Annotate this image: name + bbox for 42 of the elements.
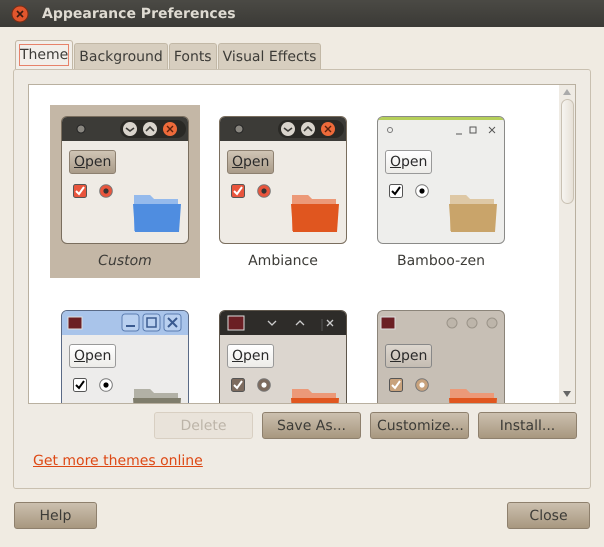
themes-link[interactable]: Get more themes online bbox=[33, 453, 203, 469]
radio-icon bbox=[99, 184, 113, 198]
theme-item[interactable]: Open bbox=[50, 299, 200, 403]
close-icon[interactable] bbox=[11, 4, 29, 22]
help-button[interactable]: Help bbox=[14, 502, 97, 529]
scroll-down-icon[interactable] bbox=[563, 391, 571, 397]
checkbox-icon bbox=[73, 184, 87, 198]
theme-item[interactable]: Open Bamboo-zen bbox=[366, 105, 516, 278]
window-title: Appearance Preferences bbox=[42, 6, 236, 22]
open-button-preview: Open bbox=[227, 150, 274, 174]
action-button[interactable]: Install... bbox=[478, 412, 577, 439]
open-button-preview: Open bbox=[69, 344, 116, 368]
scrollbar-thumb[interactable] bbox=[560, 99, 574, 204]
open-button-preview: Open bbox=[227, 344, 274, 368]
close-button[interactable]: Close bbox=[507, 502, 590, 529]
tab[interactable]: Background bbox=[74, 43, 168, 69]
open-button-preview: Open bbox=[385, 150, 432, 174]
theme-name: Bamboo-zen bbox=[397, 253, 485, 269]
checkbox-icon bbox=[73, 378, 87, 392]
radio-icon bbox=[99, 378, 113, 392]
scroll-up-icon[interactable] bbox=[563, 89, 571, 95]
radio-icon bbox=[415, 184, 429, 198]
theme-name: Custom bbox=[98, 253, 152, 269]
checkbox-icon bbox=[231, 378, 245, 392]
radio-icon bbox=[257, 378, 271, 392]
open-button-preview: Open bbox=[69, 150, 116, 174]
tab[interactable]: Theme bbox=[15, 40, 74, 69]
tab[interactable]: Fonts bbox=[168, 43, 217, 69]
theme-item[interactable]: Open Custom bbox=[50, 105, 200, 278]
theme-item[interactable]: Open bbox=[366, 299, 516, 403]
open-button-preview: Open bbox=[385, 344, 432, 368]
checkbox-icon bbox=[389, 184, 403, 198]
radio-icon bbox=[257, 184, 271, 198]
checkbox-icon bbox=[231, 184, 245, 198]
action-button[interactable]: Save As... bbox=[262, 412, 361, 439]
checkbox-icon bbox=[389, 378, 403, 392]
tab[interactable]: Visual Effects bbox=[218, 43, 322, 69]
radio-icon bbox=[415, 378, 429, 392]
action-button[interactable]: Customize... bbox=[370, 412, 469, 439]
theme-item[interactable]: Open bbox=[208, 299, 358, 403]
theme-item[interactable]: Open Ambiance bbox=[208, 105, 358, 278]
theme-name: Ambiance bbox=[248, 253, 318, 269]
